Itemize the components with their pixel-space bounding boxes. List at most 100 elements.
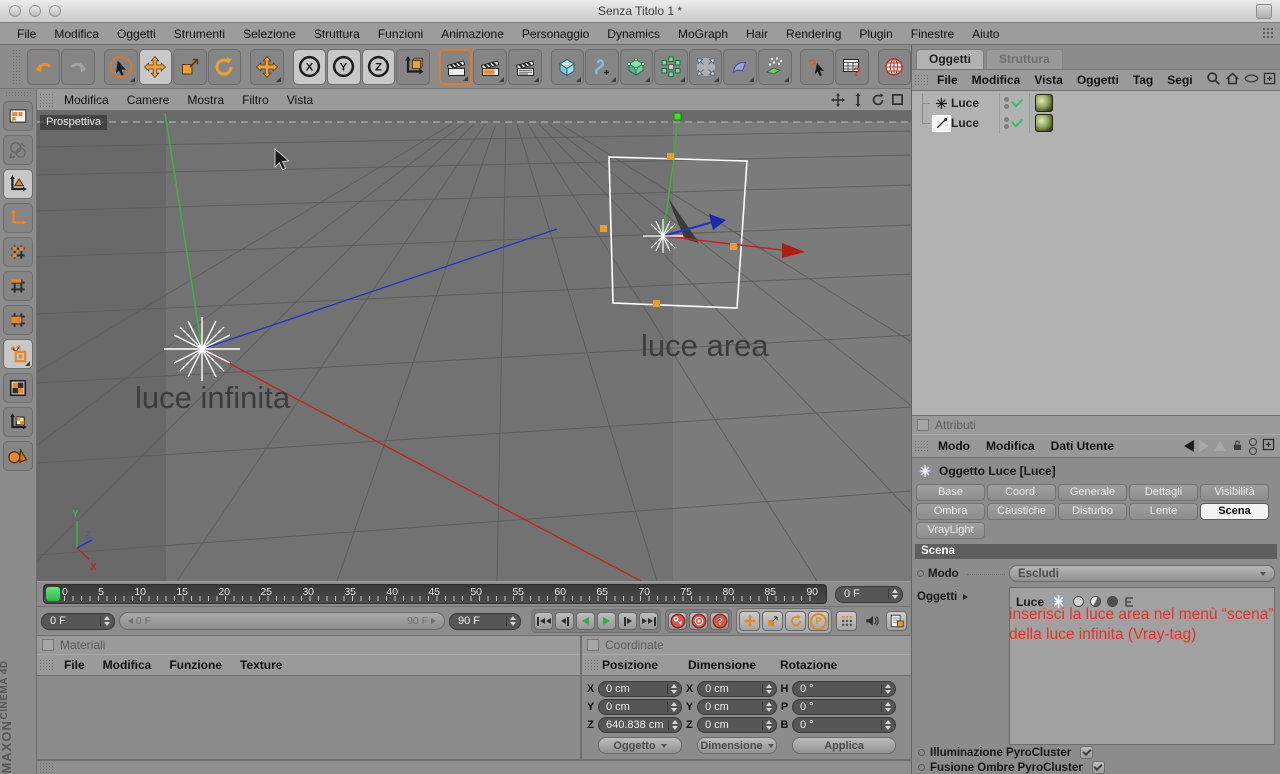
infinite-light-object-icon[interactable]: [932, 95, 951, 112]
record-keyframe-button[interactable]: [668, 612, 687, 630]
lock-z-axis-button[interactable]: Z: [361, 48, 396, 85]
illuminazione-pyrocluster-checkbox[interactable]: [1080, 746, 1094, 759]
viewport-pan-icon[interactable]: [830, 92, 845, 107]
size-z-field[interactable]: 0 cm: [697, 717, 777, 733]
window-minimize-button[interactable]: [29, 5, 41, 17]
viewport-menu-filtro[interactable]: Filtro: [233, 93, 278, 107]
tab-scena[interactable]: Scena: [1200, 503, 1269, 520]
visibility-toggles[interactable]: [999, 93, 1029, 113]
clipboard-button[interactable]: [886, 611, 907, 631]
key-position-toggle[interactable]: [739, 611, 760, 631]
materials-panel-titlebar[interactable]: Materiali: [37, 636, 580, 654]
perspective-viewport[interactable]: Prospettiva luce infinita luce area Y Z …: [37, 111, 911, 581]
menubar-grid-icon[interactable]: [1262, 27, 1274, 39]
redo-button[interactable]: [61, 48, 96, 85]
frame-stepper[interactable]: [888, 589, 898, 599]
key-pla-toggle[interactable]: [836, 611, 857, 631]
last-used-tool-button[interactable]: [250, 48, 284, 85]
undo-button[interactable]: [26, 48, 61, 85]
om-menu-segna[interactable]: Segi: [1160, 73, 1199, 87]
tab-dettagli[interactable]: Dettagli: [1129, 484, 1198, 501]
menu-strumenti[interactable]: Strumenti: [165, 27, 234, 41]
enabled-check-icon[interactable]: [1010, 115, 1024, 128]
object-name[interactable]: Luce: [951, 96, 999, 110]
play-forwards-button[interactable]: [597, 612, 616, 630]
mode-dropdown[interactable]: Escludi: [1009, 565, 1275, 582]
sidebar-animation-mode-button[interactable]: [3, 339, 33, 369]
menu-mograph[interactable]: MoGraph: [669, 27, 737, 41]
attributes-panel-checkbox[interactable]: [917, 419, 929, 431]
viewport-menu-modifica[interactable]: Modifica: [55, 93, 118, 107]
menu-finestre[interactable]: Finestre: [902, 27, 963, 41]
scale-tool-button[interactable]: [173, 48, 207, 85]
render-settings-button[interactable]: [508, 48, 542, 85]
menu-file[interactable]: File: [8, 27, 45, 41]
sound-toggle[interactable]: [861, 611, 882, 631]
om-menu-oggetti[interactable]: Oggetti: [1070, 73, 1126, 87]
viewport-menu-vista[interactable]: Vista: [278, 93, 322, 107]
position-x-field[interactable]: 0 cm: [598, 681, 682, 697]
range-end-stepper[interactable]: [506, 616, 516, 626]
tag-cell[interactable]: [1029, 113, 1053, 133]
menu-rendering[interactable]: Rendering: [777, 27, 850, 41]
materials-menubar-grip[interactable]: [39, 658, 55, 672]
key-scale-toggle[interactable]: [762, 611, 783, 631]
attr-menu-modo[interactable]: Modo: [930, 439, 978, 453]
keyframe-selection-button[interactable]: ?: [710, 612, 729, 630]
viewport-menu-camere[interactable]: Camere: [118, 93, 179, 107]
materials-menu-texture[interactable]: Texture: [231, 658, 291, 672]
position-y-field[interactable]: 0 cm: [598, 699, 682, 715]
timeline-ruler[interactable]: 05 10 15 20 25 30 35 40 45 50 55 60 65 70 75 80…: [37, 581, 911, 606]
sidebar-polygons-mode-button[interactable]: [3, 305, 33, 335]
eye-icon[interactable]: [1244, 73, 1259, 87]
tab-lente[interactable]: Lente: [1129, 503, 1198, 520]
om-menu-vista[interactable]: Vista: [1027, 73, 1069, 87]
menu-struttura[interactable]: Struttura: [305, 27, 369, 41]
help-button[interactable]: ?: [800, 48, 835, 85]
menu-modifica[interactable]: Modifica: [45, 27, 108, 41]
menu-selezione[interactable]: Selezione: [234, 27, 305, 41]
object-row-area-light[interactable]: Luce: [912, 113, 1280, 133]
materials-menu-modifica[interactable]: Modifica: [94, 658, 161, 672]
rotation-h-field[interactable]: 0 °: [792, 681, 896, 697]
menu-dynamics[interactable]: Dynamics: [598, 27, 669, 41]
render-view-button[interactable]: [438, 48, 473, 85]
y-axis-handle[interactable]: [673, 112, 682, 121]
sidebar-texture-axis-mode-button[interactable]: [3, 407, 33, 437]
materials-menu-file[interactable]: File: [55, 658, 94, 672]
lock-icon[interactable]: [1231, 438, 1244, 455]
add-attr-panel-icon[interactable]: [1262, 438, 1275, 454]
tab-struttura[interactable]: Struttura: [986, 49, 1063, 69]
goto-start-button[interactable]: [534, 612, 553, 630]
coordinates-panel-checkbox[interactable]: [587, 639, 599, 651]
add-deformer-button[interactable]: [723, 48, 757, 85]
tab-oggetti[interactable]: Oggetti: [916, 49, 984, 69]
rotation-p-field[interactable]: 0 °: [792, 699, 896, 715]
lock-y-axis-button[interactable]: Y: [327, 48, 361, 85]
viewport-menu-mostra[interactable]: Mostra: [178, 93, 233, 107]
tab-vraylight[interactable]: VrayLight: [916, 522, 985, 539]
home-icon[interactable]: [1225, 71, 1240, 89]
autokey-button[interactable]: [689, 612, 708, 630]
tab-ombra[interactable]: Ombra: [916, 503, 985, 520]
om-menu-file[interactable]: File: [930, 73, 965, 87]
key-rotation-toggle[interactable]: [785, 611, 806, 631]
key-bullet-icon[interactable]: [917, 570, 924, 577]
sidebar-texture-mode-button[interactable]: [3, 373, 33, 403]
apply-button[interactable]: Applica: [792, 737, 896, 754]
object-list[interactable]: Luce Luce: [912, 91, 1280, 416]
play-backwards-button[interactable]: [576, 612, 595, 630]
coordinates-grip[interactable]: [584, 658, 600, 672]
vray-tag-icon[interactable]: [1035, 94, 1053, 112]
attributes-titlebar[interactable]: Attributi: [912, 416, 1280, 434]
add-hypernurbs-button[interactable]: [619, 48, 654, 85]
menu-oggetti[interactable]: Oggetti: [108, 27, 165, 41]
preview-range-slider[interactable]: 0 F 90 F: [119, 612, 445, 630]
viewport-rotate-icon[interactable]: [870, 92, 885, 107]
materials-menu-funzione[interactable]: Funzione: [160, 658, 231, 672]
menu-aiuto[interactable]: Aiuto: [963, 27, 1008, 41]
range-start-field[interactable]: 0 F: [41, 612, 115, 630]
status-bar-grip[interactable]: [39, 762, 55, 774]
sidebar-coordinate-globe-button[interactable]: [3, 135, 33, 165]
current-frame-field[interactable]: 0 F: [835, 585, 903, 603]
